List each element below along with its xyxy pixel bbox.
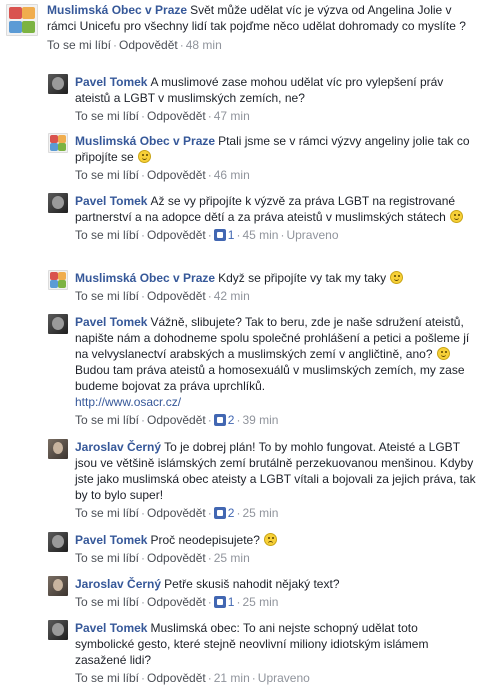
avatar[interactable] xyxy=(48,133,68,153)
comment-time[interactable]: 42 min xyxy=(214,289,250,303)
like-button[interactable]: To se mi líbí xyxy=(75,595,139,609)
like-button[interactable]: To se mi líbí xyxy=(75,228,139,242)
smile-emoji-icon xyxy=(436,347,450,360)
comment-text: Proč neodepisujete? xyxy=(150,533,260,547)
comment-link[interactable]: http://www.osacr.cz/ xyxy=(75,395,181,409)
smile-emoji-icon xyxy=(390,271,404,284)
comment-reply: Muslimská Obec v Praze Ptali jsme se v rá… xyxy=(48,133,480,183)
comment-author[interactable]: Muslimská Obec v Praze xyxy=(47,3,187,17)
like-button[interactable]: To se mi líbí xyxy=(75,671,139,685)
comment-author[interactable]: Jaroslav Černý xyxy=(75,577,161,591)
comment-time[interactable]: 46 min xyxy=(214,168,250,182)
like-button[interactable]: To se mi líbí xyxy=(75,168,139,182)
like-button[interactable]: To se mi líbí xyxy=(75,109,139,123)
avatar[interactable] xyxy=(48,576,68,596)
comment-author[interactable]: Muslimská Obec v Praze xyxy=(75,134,215,148)
reply-button[interactable]: Odpovědět xyxy=(147,109,206,123)
like-button[interactable]: To se mi líbí xyxy=(75,551,139,565)
thumbs-up-icon xyxy=(213,229,226,241)
comment-reply: Pavel Tomek Muslimská obec: To ani nejste… xyxy=(48,620,480,686)
comment-time[interactable]: 25 min xyxy=(214,551,250,565)
like-button[interactable]: To se mi líbí xyxy=(75,506,139,520)
comment-reply: Pavel Tomek Až se vy připojíte k výzvě za… xyxy=(48,193,480,243)
smile-emoji-icon xyxy=(138,150,152,163)
reply-button[interactable]: Odpovědět xyxy=(147,168,206,182)
reply-button[interactable]: Odpovědět xyxy=(147,228,206,242)
reply-button[interactable]: Odpovědět xyxy=(147,413,206,427)
reply-button[interactable]: Odpovědět xyxy=(147,506,206,520)
comment-reply: Pavel Tomek A muslimové zase mohou udělat… xyxy=(48,74,480,124)
edited-label[interactable]: Upraveno xyxy=(258,671,310,685)
comment-reply: Pavel Tomek Proč neodepisujete? To se mi … xyxy=(48,532,480,566)
like-count[interactable]: 2 xyxy=(228,413,235,427)
comment-time[interactable]: 21 min xyxy=(214,671,250,685)
comment-thread: Muslimská Obec v Praze Svět může udělat v… xyxy=(0,0,486,693)
comment-time[interactable]: 47 min xyxy=(214,109,250,123)
reply-button[interactable]: Odpovědět xyxy=(147,671,206,685)
avatar[interactable] xyxy=(48,532,68,552)
avatar[interactable] xyxy=(48,439,68,459)
comment-author[interactable]: Jaroslav Černý xyxy=(75,440,161,454)
comment-author[interactable]: Pavel Tomek xyxy=(75,194,147,208)
like-button[interactable]: To se mi líbí xyxy=(47,38,111,52)
thumbs-up-icon xyxy=(213,414,226,426)
like-count[interactable]: 1 xyxy=(228,595,235,609)
comment-time[interactable]: 45 min xyxy=(242,228,278,242)
comment-reply: Pavel Tomek Vážně, slibujete? Tak to beru… xyxy=(48,314,480,428)
comment-reply: Jaroslav Černý To je dobrej plán! To by m… xyxy=(48,439,480,521)
reply-button[interactable]: Odpovědět xyxy=(147,551,206,565)
comment-text-continued: Budou tam práva ateistů a homosexuálů v … xyxy=(75,363,465,393)
comment-time[interactable]: 25 min xyxy=(242,595,278,609)
comment-time[interactable]: 25 min xyxy=(242,506,278,520)
avatar[interactable] xyxy=(6,4,38,36)
frown-emoji-icon xyxy=(264,533,278,546)
comment-reply: Jaroslav Černý Petře skusiš nahodit nějak… xyxy=(48,576,480,610)
comment-author[interactable]: Pavel Tomek xyxy=(75,75,147,89)
avatar[interactable] xyxy=(48,270,68,290)
comment-author[interactable]: Pavel Tomek xyxy=(75,621,147,635)
like-button[interactable]: To se mi líbí xyxy=(75,413,139,427)
like-count[interactable]: 1 xyxy=(228,228,235,242)
comment-reply: Muslimská Obec v Praze Když se připojíte … xyxy=(48,270,480,304)
thumbs-up-icon xyxy=(213,507,226,519)
reply-button[interactable]: Odpovědět xyxy=(119,38,178,52)
comment-text: Když se připojíte vy tak my taky xyxy=(218,271,387,285)
like-count[interactable]: 2 xyxy=(228,506,235,520)
smile-emoji-icon xyxy=(450,210,464,223)
like-button[interactable]: To se mi líbí xyxy=(75,289,139,303)
avatar[interactable] xyxy=(48,620,68,640)
avatar[interactable] xyxy=(48,314,68,334)
avatar[interactable] xyxy=(48,74,68,94)
comment-text: Petře skusiš nahodit nějaký text? xyxy=(164,577,340,591)
comment: Muslimská Obec v Praze Svět může udělat v… xyxy=(6,2,482,53)
reply-button[interactable]: Odpovědět xyxy=(147,595,206,609)
comment-author[interactable]: Pavel Tomek xyxy=(75,533,147,547)
comment-author[interactable]: Muslimská Obec v Praze xyxy=(75,271,215,285)
comment-author[interactable]: Pavel Tomek xyxy=(75,315,147,329)
edited-label[interactable]: Upraveno xyxy=(286,228,338,242)
comment-time[interactable]: 48 min xyxy=(186,38,222,52)
avatar[interactable] xyxy=(48,193,68,213)
comment-time[interactable]: 39 min xyxy=(242,413,278,427)
reply-button[interactable]: Odpovědět xyxy=(147,289,206,303)
thumbs-up-icon xyxy=(213,596,226,608)
